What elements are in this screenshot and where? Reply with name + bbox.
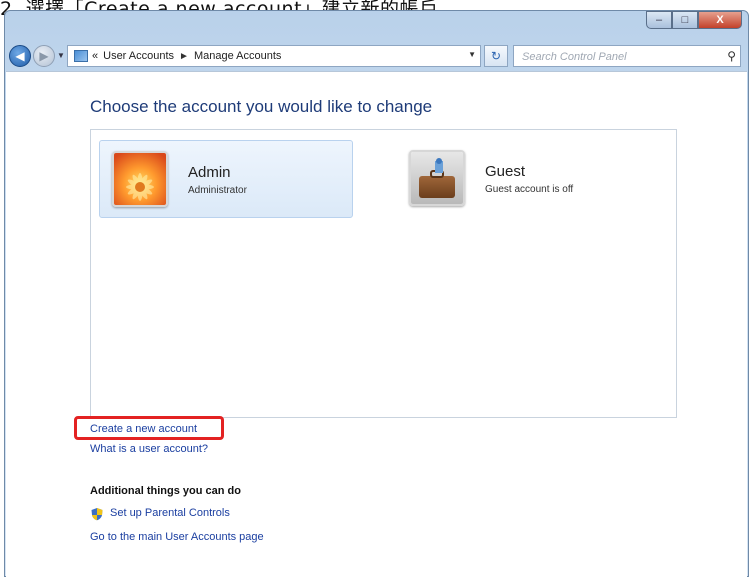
forward-button[interactable]: ▶ <box>33 45 55 67</box>
search-icon[interactable]: ⚲ <box>727 49 736 63</box>
breadcrumb-user-accounts[interactable]: User Accounts <box>103 50 174 62</box>
account-tile-guest[interactable]: Guest Guest account is off <box>397 140 651 218</box>
main-user-accounts-link[interactable]: Go to the main User Accounts page <box>90 531 264 543</box>
back-button[interactable]: ◀ <box>9 45 31 67</box>
breadcrumb-manage-accounts[interactable]: Manage Accounts <box>194 50 281 62</box>
briefcase-avatar-icon <box>409 150 465 206</box>
window-controls: – □ X <box>646 11 742 29</box>
search-box[interactable]: ⚲ <box>513 45 741 67</box>
flower-avatar-icon <box>112 151 168 207</box>
breadcrumb-separator[interactable]: ► <box>179 51 189 62</box>
search-input[interactable] <box>520 47 714 67</box>
shield-icon <box>90 507 104 521</box>
account-list: Admin Administrator Guest Guest account … <box>90 129 677 418</box>
create-account-link[interactable]: Create a new account <box>90 423 197 435</box>
refresh-button[interactable]: ↻ <box>484 45 508 67</box>
control-panel-window: – □ X ◀ ▶ ▼ « User Accounts ► Manage Acc… <box>4 10 749 577</box>
what-is-user-account-link[interactable]: What is a user account? <box>90 443 208 455</box>
address-dropdown-icon[interactable]: ▼ <box>468 50 476 59</box>
additional-tasks-heading: Additional things you can do <box>90 485 241 497</box>
address-overflow[interactable]: « <box>92 50 98 62</box>
address-bar[interactable]: « User Accounts ► Manage Accounts ▼ <box>67 45 481 67</box>
account-tile-admin[interactable]: Admin Administrator <box>99 140 353 218</box>
minimize-button[interactable]: – <box>646 11 672 29</box>
account-role: Administrator <box>188 185 247 196</box>
main-content: Choose the account you would like to cha… <box>6 71 747 577</box>
page-heading: Choose the account you would like to cha… <box>90 97 433 116</box>
account-name: Guest <box>485 163 526 180</box>
account-role: Guest account is off <box>485 184 574 195</box>
parental-controls-link[interactable]: Set up Parental Controls <box>110 507 230 519</box>
maximize-button[interactable]: □ <box>672 11 698 29</box>
refresh-icon: ↻ <box>490 49 502 63</box>
account-name: Admin <box>188 164 231 181</box>
recent-pages-chevron-icon[interactable]: ▼ <box>57 51 65 60</box>
close-button[interactable]: X <box>698 11 742 29</box>
control-panel-icon <box>74 50 88 62</box>
navigation-bar: ◀ ▶ ▼ « User Accounts ► Manage Accounts … <box>5 41 748 71</box>
